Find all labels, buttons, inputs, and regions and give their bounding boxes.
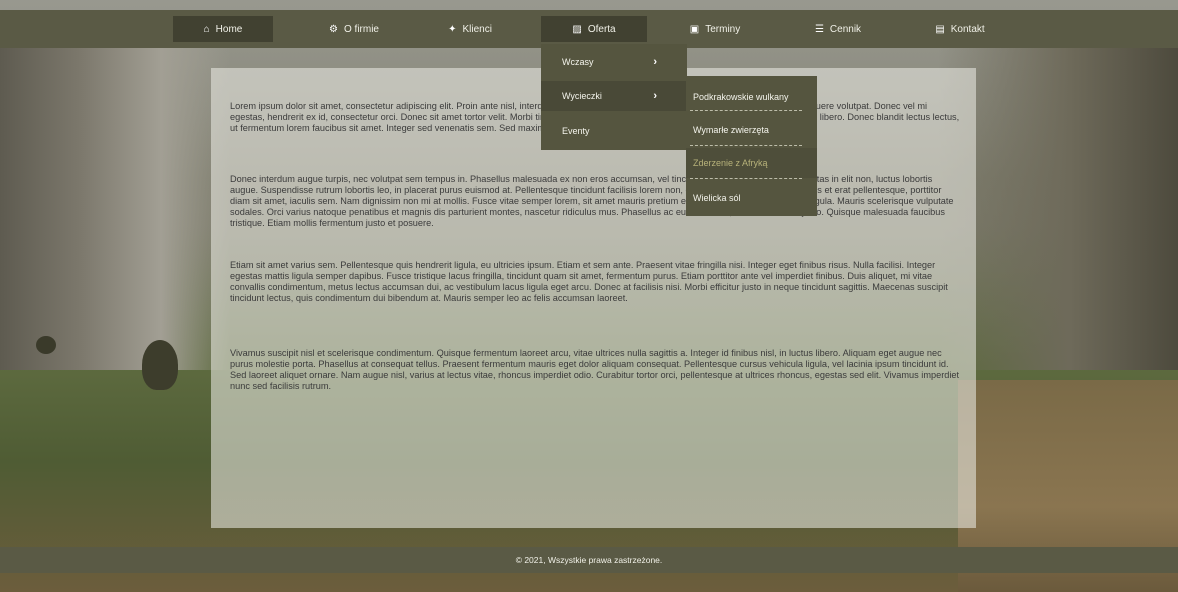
submenu-divider bbox=[690, 178, 802, 179]
background-cliff bbox=[0, 40, 230, 370]
dropdown-item-label: Wczasy bbox=[562, 57, 594, 67]
submenu-item-label: Wymarłe zwierzęta bbox=[693, 125, 769, 135]
content-paragraph: Vivamus suscipit nisl et scelerisque con… bbox=[230, 348, 960, 391]
background-bush bbox=[142, 340, 178, 390]
nav-item-label: Terminy bbox=[705, 23, 741, 35]
nav-item-terminy[interactable]: ▣ Terminy bbox=[665, 16, 765, 42]
content-paragraph: Donec interdum augue turpis, nec volutpa… bbox=[230, 174, 954, 228]
background-bush bbox=[36, 336, 56, 354]
nav-item-kontakt[interactable]: ▤ Kontakt bbox=[910, 16, 1010, 42]
submenu-item-podkrakowskie-wulkany[interactable]: Podkrakowskie wulkany bbox=[686, 80, 817, 114]
handshake-icon: ✦ bbox=[448, 23, 457, 35]
nav-item-klienci[interactable]: ✦ Klienci bbox=[420, 16, 520, 42]
submenu-item-wymarle-zwierzeta[interactable]: Wymarłe zwierzęta bbox=[686, 113, 817, 147]
submenu-divider bbox=[690, 110, 802, 111]
dropdown-item-label: Eventy bbox=[562, 126, 590, 136]
dropdown-item-wczasy[interactable]: Wczasy › bbox=[541, 47, 687, 77]
submenu-item-wielicka-sol[interactable]: Wielicka sól bbox=[686, 181, 817, 215]
wycieczki-submenu: Podkrakowskie wulkany Wymarłe zwierzęta … bbox=[686, 76, 817, 216]
chevron-right-icon: › bbox=[653, 56, 657, 68]
nav-item-label: O firmie bbox=[343, 23, 379, 35]
chevron-right-icon: › bbox=[653, 90, 657, 102]
submenu-item-label: Podkrakowskie wulkany bbox=[693, 92, 789, 102]
top-nav: ⌂ Home ⚙ O firmie ✦ Klienci ▨ Oferta ▣ T… bbox=[0, 10, 1178, 48]
home-icon: ⌂ bbox=[203, 23, 210, 35]
footer-copyright: © 2021, Wszystkie prawa zastrzeżone. bbox=[515, 555, 663, 565]
money-icon: ☰ bbox=[814, 23, 824, 35]
oferta-dropdown: Wczasy › Wycieczki › Eventy bbox=[541, 44, 687, 150]
dropdown-item-label: Wycieczki bbox=[562, 91, 602, 101]
nav-item-cennik[interactable]: ☰ Cennik bbox=[788, 16, 888, 42]
address-card-icon: ▤ bbox=[935, 23, 945, 35]
footer: © 2021, Wszystkie prawa zastrzeżone. bbox=[0, 547, 1178, 573]
nav-item-label: Klienci bbox=[462, 23, 492, 35]
submenu-item-label: Zderzenie z Afryką bbox=[693, 158, 768, 168]
dropdown-item-wycieczki[interactable]: Wycieczki › bbox=[541, 81, 687, 111]
map-icon: ▨ bbox=[572, 23, 582, 35]
submenu-item-label: Wielicka sól bbox=[693, 193, 741, 203]
dropdown-item-eventy[interactable]: Eventy bbox=[541, 116, 687, 146]
nav-item-label: Kontakt bbox=[950, 23, 985, 35]
submenu-item-zderzenie-z-afryka[interactable]: Zderzenie z Afryką bbox=[686, 148, 817, 178]
nav-item-label: Oferta bbox=[587, 23, 616, 35]
nav-item-oferta[interactable]: ▨ Oferta bbox=[541, 16, 647, 42]
cogs-icon: ⚙ bbox=[329, 23, 338, 35]
submenu-divider bbox=[690, 145, 802, 146]
nav-item-label: Cennik bbox=[829, 23, 862, 35]
nav-item-label: Home bbox=[215, 23, 243, 35]
content-paragraph: Etiam sit amet varius sem. Pellentesque … bbox=[230, 260, 948, 303]
nav-item-home[interactable]: ⌂ Home bbox=[173, 16, 273, 42]
nav-item-o-firmie[interactable]: ⚙ O firmie bbox=[304, 16, 404, 42]
calendar-icon: ▣ bbox=[689, 23, 700, 35]
